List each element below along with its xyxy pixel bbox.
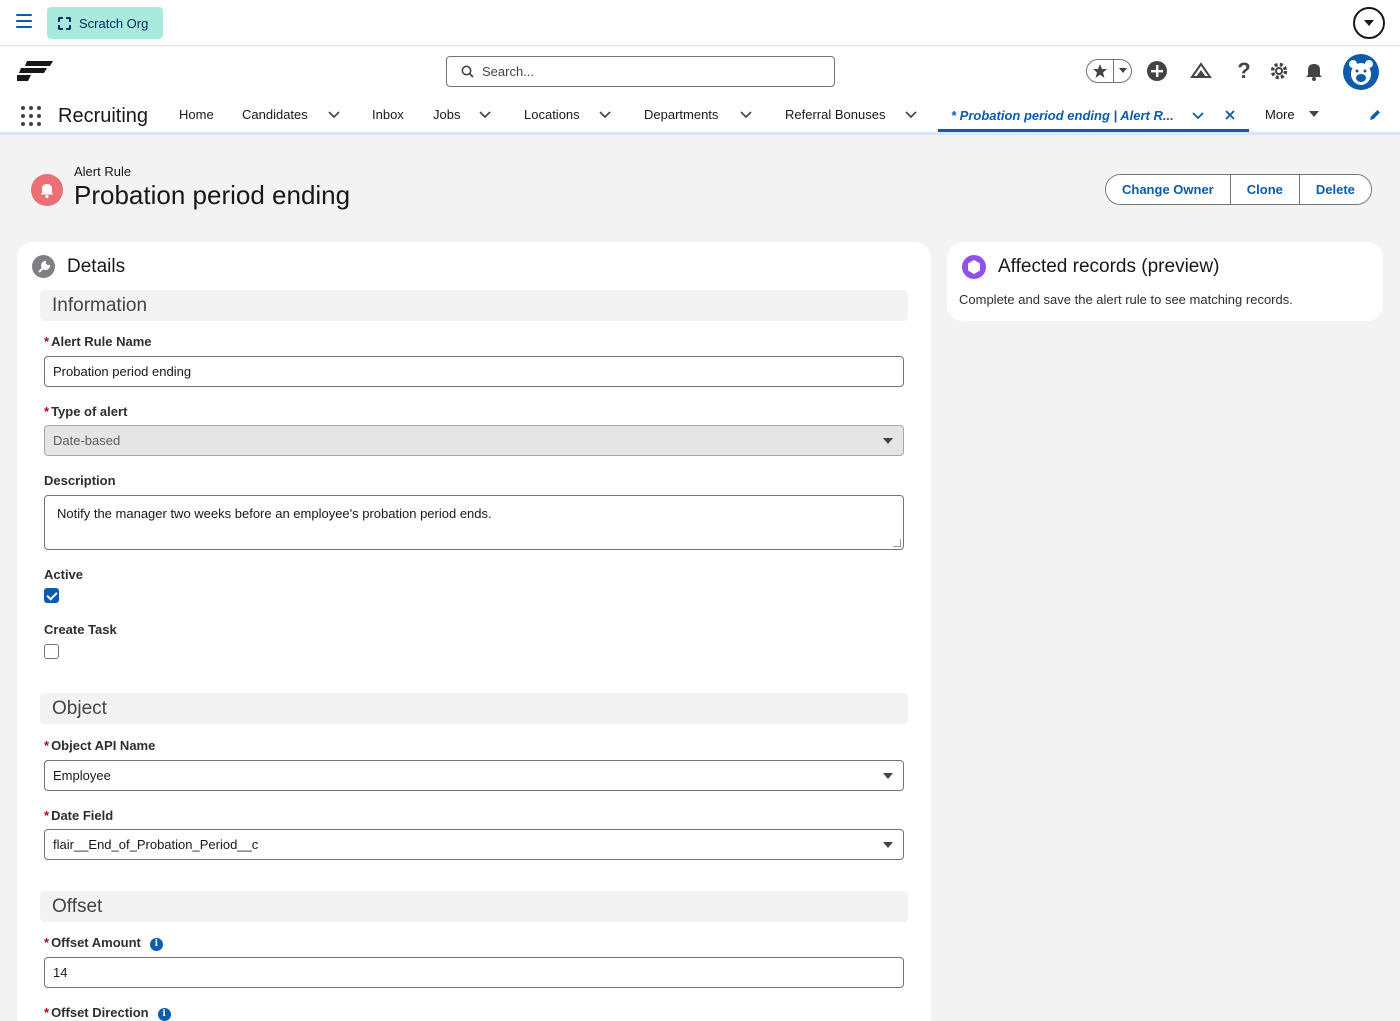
app-navigation-bar: Recruiting Home Candidates Inbox Jobs Lo…: [0, 97, 1400, 135]
nav-item-locations[interactable]: Locations: [524, 107, 580, 122]
section-information[interactable]: Information: [40, 290, 908, 321]
active-tab-label: * Probation period ending | Alert R...: [951, 108, 1174, 123]
object-api-name-select[interactable]: Employee: [44, 760, 904, 791]
object-api-name-caret-icon: [883, 773, 893, 779]
referral-bonuses-chevron-down-icon[interactable]: [904, 107, 918, 121]
details-card: Details Information * Alert Rule Name Pro…: [17, 242, 931, 1021]
tab-probation-period-ending[interactable]: * Probation period ending | Alert R...: [938, 97, 1249, 132]
details-title: Details: [67, 256, 126, 277]
date-field-value: flair__End_of_Probation_Period__c: [53, 837, 259, 852]
offset-direction-label: * Offset Direction i: [44, 1005, 171, 1021]
delete-button[interactable]: Delete: [1299, 175, 1371, 204]
edit-nav-pencil-icon[interactable]: [1368, 108, 1382, 122]
hamburger-menu-icon[interactable]: [16, 14, 32, 30]
change-owner-button[interactable]: Change Owner: [1106, 175, 1231, 204]
nav-item-home[interactable]: Home: [179, 107, 214, 122]
record-title: Probation period ending: [74, 180, 351, 210]
nav-item-jobs[interactable]: Jobs: [433, 107, 460, 122]
dropdown-circle-icon[interactable]: [1353, 7, 1385, 39]
offset-amount-input[interactable]: 14: [44, 957, 904, 988]
search-icon: [461, 65, 474, 78]
affected-records-title: Affected records (preview): [998, 256, 1220, 277]
app-launcher-icon[interactable]: [21, 106, 41, 126]
setup-gear-icon[interactable]: [1268, 60, 1290, 82]
close-tab-icon[interactable]: [1223, 108, 1237, 122]
section-object[interactable]: Object: [40, 693, 908, 724]
app-name: Recruiting: [58, 105, 149, 127]
active-label: Active: [44, 567, 84, 582]
date-field-select[interactable]: flair__End_of_Probation_Period__c: [44, 829, 904, 860]
scratch-org-label: Scratch Org: [79, 15, 149, 31]
active-checkbox[interactable]: [44, 588, 59, 603]
help-icon[interactable]: ?: [1233, 58, 1255, 83]
object-api-name-value: Employee: [53, 768, 111, 783]
date-field-label: * Date Field: [44, 808, 114, 823]
departments-chevron-down-icon[interactable]: [739, 107, 753, 121]
alert-rule-name-input[interactable]: Probation period ending: [44, 356, 904, 387]
nav-item-departments[interactable]: Departments: [644, 107, 718, 122]
type-of-alert-value: Date-based: [53, 433, 121, 448]
description-label: Description: [44, 473, 116, 488]
global-header: Search... ?: [0, 47, 1400, 97]
affected-records-card: Affected records (preview) Complete and …: [947, 242, 1383, 321]
create-task-label: Create Task: [44, 622, 117, 637]
type-of-alert-label: * Type of alert: [44, 404, 128, 419]
favorites-button[interactable]: [1086, 59, 1132, 83]
trailhead-icon[interactable]: [1190, 60, 1212, 82]
user-avatar[interactable]: [1343, 54, 1379, 90]
company-logo: [17, 61, 53, 81]
object-api-name-label: * Object API Name: [44, 738, 156, 753]
candidates-chevron-down-icon[interactable]: [327, 107, 341, 121]
star-icon: [1093, 64, 1107, 78]
description-value: Notify the manager two weeks before an e…: [57, 506, 492, 521]
create-task-checkbox[interactable]: [44, 644, 59, 659]
offset-amount-info-icon[interactable]: i: [149, 938, 163, 951]
alert-rule-name-label: * Alert Rule Name: [44, 334, 152, 349]
wrench-icon: [32, 255, 55, 278]
resize-handle-icon[interactable]: [893, 539, 901, 547]
scratch-org-icon: [58, 16, 71, 30]
clone-button[interactable]: Clone: [1230, 175, 1300, 204]
tab-chevron-down-icon[interactable]: [1191, 108, 1205, 122]
record-type-label: Alert Rule: [74, 164, 132, 179]
nav-item-candidates[interactable]: Candidates: [242, 107, 308, 122]
alert-bell-icon: [31, 174, 63, 206]
locations-chevron-down-icon[interactable]: [598, 107, 612, 121]
nav-item-inbox[interactable]: Inbox: [372, 107, 404, 122]
add-icon[interactable]: [1146, 60, 1168, 82]
search-placeholder: Search...: [482, 64, 535, 79]
type-of-alert-select[interactable]: Date-based: [44, 425, 904, 456]
record-actions: Change Owner Clone Delete: [1105, 174, 1372, 205]
notifications-bell-icon[interactable]: [1303, 60, 1325, 82]
more-caret-icon[interactable]: [1309, 111, 1319, 117]
scratch-org-badge[interactable]: Scratch Org: [47, 7, 163, 39]
nav-item-referral-bonuses[interactable]: Referral Bonuses: [785, 107, 885, 122]
type-of-alert-caret-icon: [883, 438, 893, 444]
hexagon-icon: [962, 255, 986, 279]
jobs-chevron-down-icon[interactable]: [478, 107, 492, 121]
section-offset[interactable]: Offset: [40, 891, 908, 922]
date-field-caret-icon: [883, 842, 893, 848]
global-search-input[interactable]: Search...: [446, 56, 835, 87]
chevron-down-icon: [1119, 68, 1127, 73]
offset-direction-info-icon[interactable]: i: [157, 1008, 171, 1021]
nav-item-more[interactable]: More: [1265, 107, 1295, 122]
affected-records-message: Complete and save the alert rule to see …: [959, 292, 1293, 307]
top-bar: Scratch Org: [0, 0, 1400, 46]
offset-amount-label: * Offset Amount i: [44, 935, 163, 951]
description-textarea[interactable]: Notify the manager two weeks before an e…: [44, 495, 904, 550]
